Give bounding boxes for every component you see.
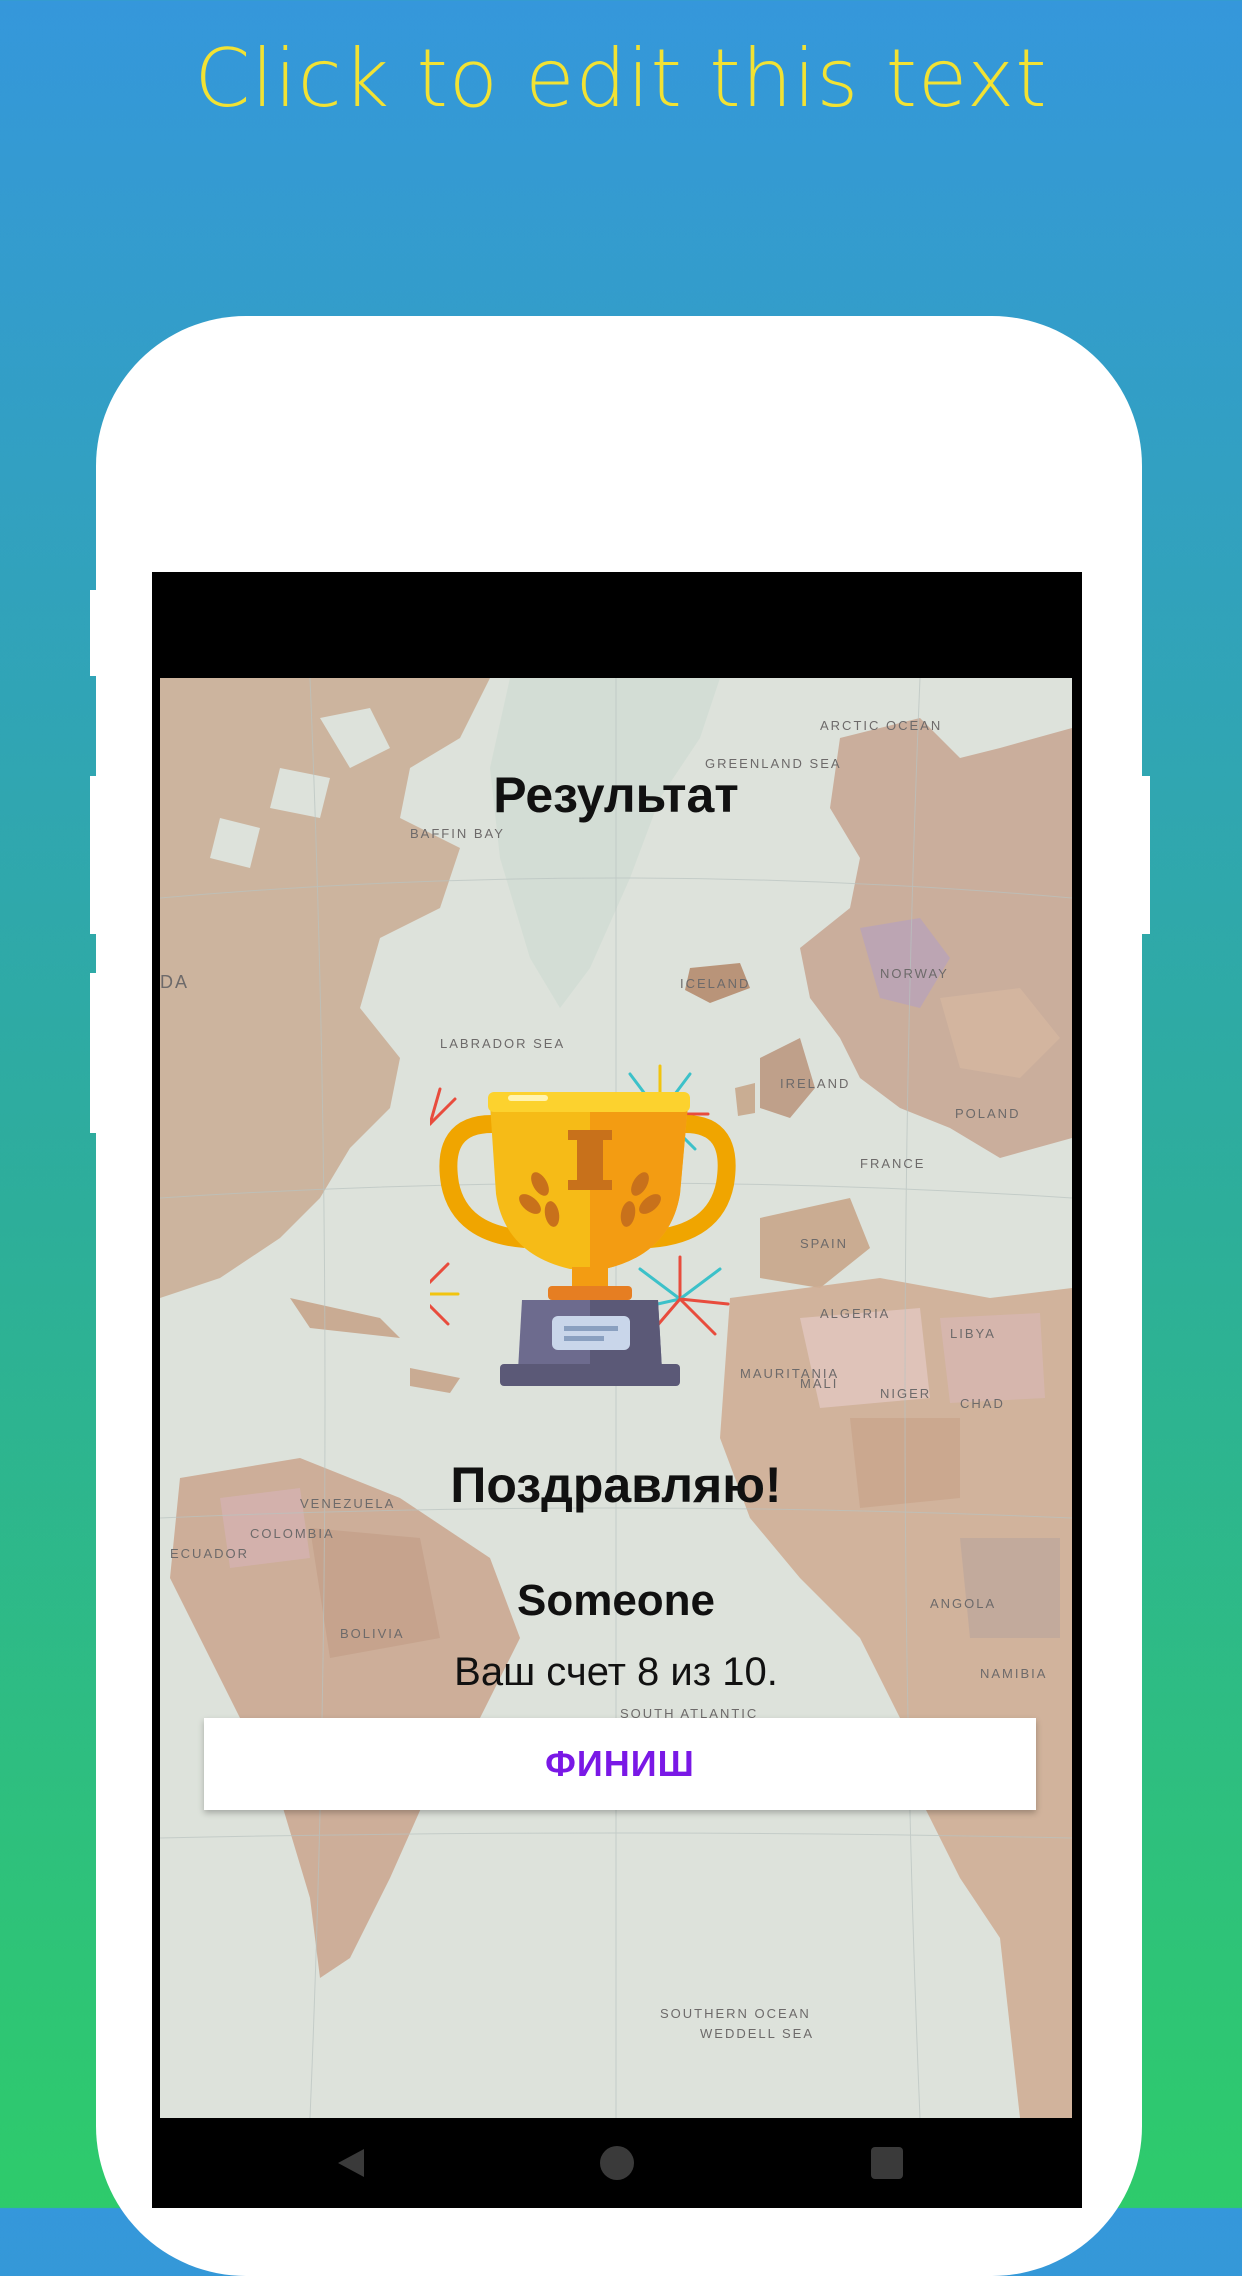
player-name: Someone <box>516 1576 716 1625</box>
nav-back-button[interactable] <box>322 2138 382 2188</box>
svg-text:ECUADOR: ECUADOR <box>170 1546 249 1561</box>
svg-text:FRANCE: FRANCE <box>860 1156 925 1171</box>
result-screen: ARCTIC OCEAN NORTH ATLANTIC OCEAN BRAZIL… <box>160 678 1072 2118</box>
svg-text:SPAIN: SPAIN <box>800 1236 848 1251</box>
nav-recent-icon <box>871 2147 903 2179</box>
svg-text:BAFFIN BAY: BAFFIN BAY <box>410 826 505 841</box>
result-title: Результат <box>493 767 739 823</box>
android-nav-bar <box>152 2118 1082 2208</box>
score-text: Ваш счет 8 из 10. <box>454 1650 778 1694</box>
svg-text:SOUTHERN OCEAN: SOUTHERN OCEAN <box>660 2006 811 2021</box>
phone-screen: ARCTIC OCEAN NORTH ATLANTIC OCEAN BRAZIL… <box>152 572 1082 2208</box>
svg-text:NIGER: NIGER <box>880 1386 931 1401</box>
promo-title[interactable]: Click to edit this text <box>0 32 1242 125</box>
svg-text:ICELAND: ICELAND <box>680 976 750 991</box>
nav-back-icon <box>338 2149 364 2177</box>
svg-text:BOLIVIA: BOLIVIA <box>340 1626 405 1641</box>
svg-text:DA: DA <box>160 972 189 992</box>
trophy-icon <box>430 1064 736 1386</box>
svg-text:COLOMBIA: COLOMBIA <box>250 1526 335 1541</box>
nav-recent-button[interactable] <box>857 2138 917 2188</box>
finish-button[interactable]: ФИНИШ <box>204 1718 1036 1810</box>
svg-text:WEDDELL SEA: WEDDELL SEA <box>700 2026 814 2041</box>
svg-text:LABRADOR SEA: LABRADOR SEA <box>440 1036 565 1051</box>
svg-text:NORWAY: NORWAY <box>880 966 949 981</box>
svg-text:ARCTIC OCEAN: ARCTIC OCEAN <box>820 718 942 733</box>
svg-text:CHAD: CHAD <box>960 1396 1005 1411</box>
congrats-text: Поздравляю! <box>450 1457 782 1513</box>
nav-home-button[interactable] <box>587 2138 647 2188</box>
nav-home-icon <box>600 2146 634 2180</box>
svg-text:LIBYA: LIBYA <box>950 1326 996 1341</box>
svg-text:ALGERIA: ALGERIA <box>820 1306 890 1321</box>
svg-text:POLAND: POLAND <box>955 1106 1020 1121</box>
